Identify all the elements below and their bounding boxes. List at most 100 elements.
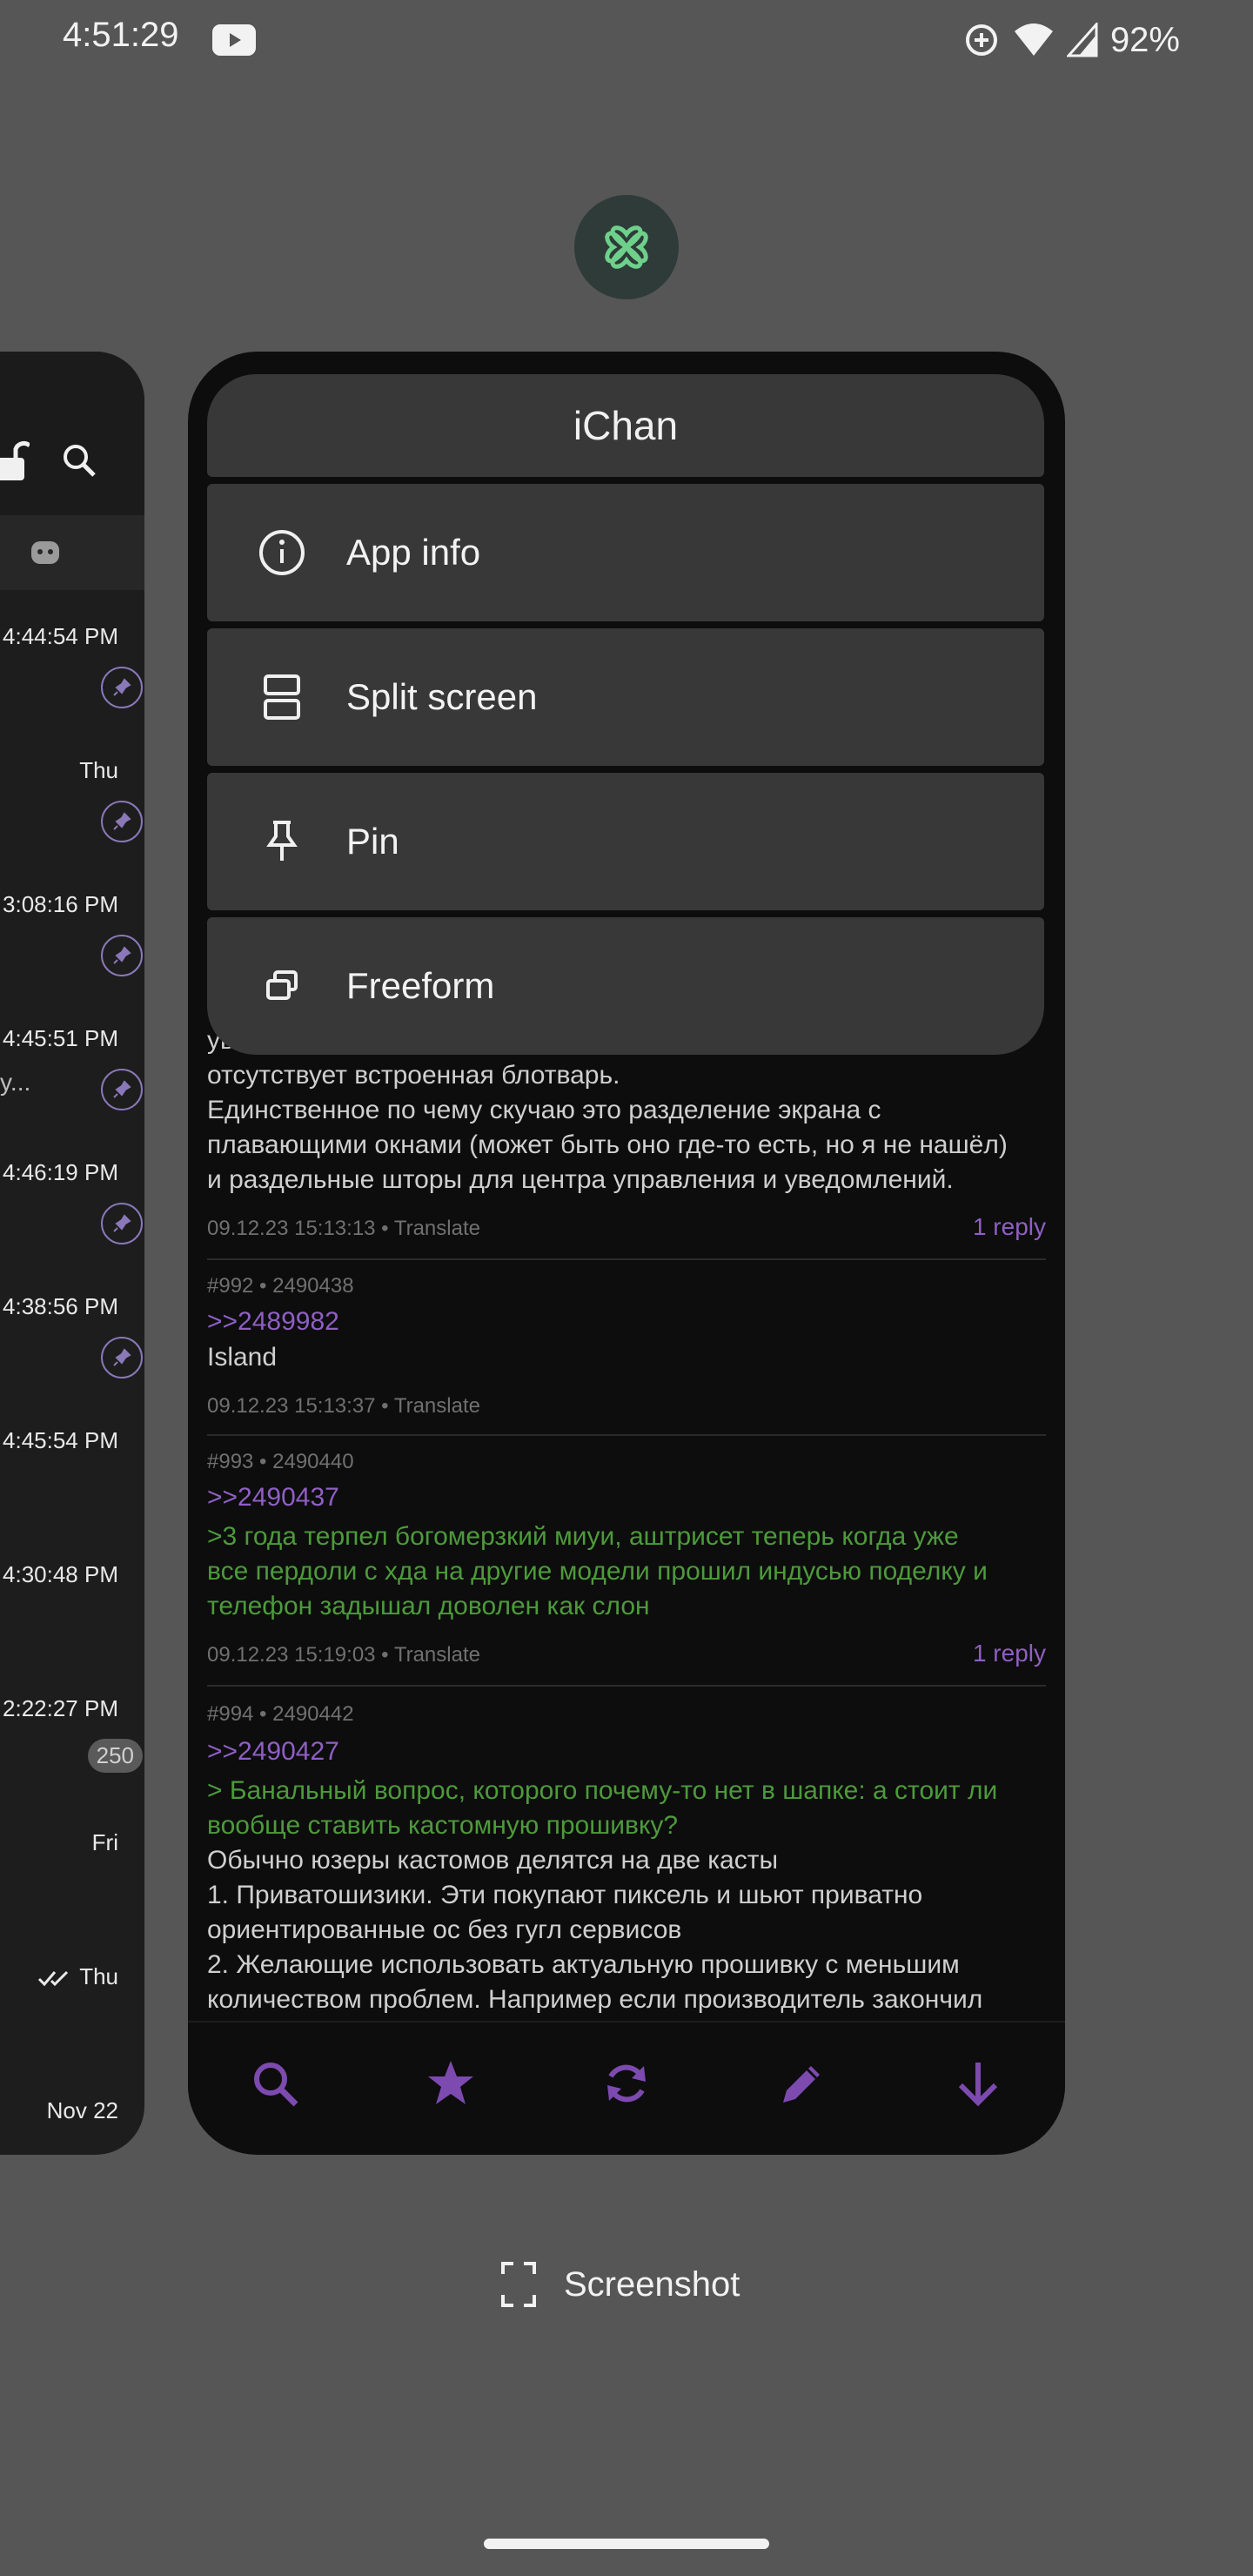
- left-card-header: [0, 352, 144, 517]
- quote-link[interactable]: >>2490427: [207, 1737, 339, 1767]
- recent-app-card-ichan[interactable]: уве отсутствует встроенная блотварь. Еди…: [188, 352, 1065, 2155]
- pin-icon: [101, 1203, 143, 1244]
- post-divider: [207, 1685, 1046, 1687]
- post-text-line: 2. Желающие использовать актуальную прош…: [207, 1950, 960, 1979]
- reply-count-link[interactable]: 1 reply: [973, 1640, 1046, 1667]
- chat-time-label: Thu: [79, 1963, 118, 1989]
- post-header: #992 • 2490438: [207, 1274, 354, 1298]
- chat-row[interactable]: 3:08:16 PM: [0, 891, 118, 918]
- pin-icon: [101, 935, 143, 976]
- clover-icon: [605, 225, 648, 269]
- recent-app-card-left[interactable]: 4:44:54 PM Thu 3:08:16 PM 4:45:51 PM y..…: [0, 352, 144, 2155]
- pin-icon: [254, 814, 310, 869]
- signal-icon: [1066, 23, 1098, 57]
- youtube-icon: [212, 24, 256, 56]
- post-header: #994 • 2490442: [207, 1702, 354, 1726]
- chat-time: 4:45:54 PM: [3, 1427, 118, 1453]
- post-text-line: Единственное по чему скучаю это разделен…: [207, 1096, 881, 1124]
- post-text-line: Island: [207, 1343, 278, 1372]
- menu-item-freeform[interactable]: Freeform: [207, 917, 1044, 1055]
- greentext-line: >3 года терпел богомерзкий миуи, аштрисе…: [207, 1522, 959, 1551]
- chat-time: 4:38:56 PM: [3, 1293, 118, 1319]
- chat-row[interactable]: 4:45:51 PM: [0, 1025, 118, 1052]
- chat-row[interactable]: Nov 22: [0, 2097, 118, 2124]
- left-card-tab-bar: [0, 515, 144, 590]
- greentext-line: > Банальный вопрос, которого почему-то н…: [207, 1776, 998, 1805]
- reply-count-link[interactable]: 1 reply: [973, 1213, 1046, 1241]
- post-text-line: ориентированные ос без гугл сервисов: [207, 1915, 682, 1944]
- chat-row[interactable]: 4:46:19 PM: [0, 1159, 118, 1186]
- post-text-line: количеством проблем. Например если произ…: [207, 1985, 983, 2014]
- chat-row[interactable]: Fri: [0, 1829, 118, 1856]
- chat-time: Thu: [79, 757, 118, 783]
- bot-icon: [31, 541, 59, 564]
- search-icon[interactable]: [61, 442, 97, 479]
- post-text-line: 1. Приватошизики. Эти покупают пиксель и…: [207, 1881, 923, 1909]
- wifi-icon: [1014, 23, 1053, 56]
- chat-preview: y...: [0, 1069, 31, 1096]
- arrow-down-icon[interactable]: [952, 2057, 1004, 2110]
- chat-time: 4:46:19 PM: [3, 1159, 118, 1185]
- refresh-icon[interactable]: [600, 2057, 653, 2110]
- double-check-icon: [38, 1971, 69, 1987]
- menu-item-pin[interactable]: Pin: [207, 773, 1044, 910]
- info-icon: [254, 525, 310, 580]
- post-meta: 09.12.23 15:13:37 • Translate: [207, 1394, 480, 1418]
- chat-time: 4:44:54 PM: [3, 623, 118, 649]
- greentext-line: все пердоли с хда на другие модели проши…: [207, 1557, 988, 1586]
- chat-time: 4:30:48 PM: [3, 1561, 118, 1587]
- quote-link[interactable]: >>2490437: [207, 1483, 339, 1513]
- home-indicator[interactable]: [484, 2539, 769, 2549]
- menu-item-label: App info: [346, 532, 481, 573]
- post-text-line: Обычно юзеры кастомов делятся на две кас…: [207, 1846, 779, 1875]
- post-divider: [207, 1258, 1046, 1260]
- greentext-line: телефон задышал доволен как слон: [207, 1592, 650, 1620]
- chat-row[interactable]: 4:45:54 PM: [0, 1427, 118, 1454]
- chat-row[interactable]: 2:22:27 PM: [0, 1695, 118, 1722]
- pin-icon: [101, 1069, 143, 1110]
- star-icon[interactable]: [425, 2057, 477, 2110]
- chat-row[interactable]: Thu: [0, 757, 118, 784]
- menu-item-label: Freeform: [346, 965, 495, 1006]
- post-text-line: плавающими окнами (может быть оно где-то…: [207, 1130, 1008, 1159]
- pin-icon: [101, 1337, 143, 1379]
- chat-row[interactable]: 4:38:56 PM: [0, 1293, 118, 1320]
- post-header: #993 • 2490440: [207, 1450, 354, 1473]
- chat-time: Thu: [0, 1963, 118, 1990]
- post-meta: 09.12.23 15:13:13 • Translate: [207, 1217, 480, 1240]
- battery-level: 92%: [1109, 20, 1180, 59]
- menu-item-split-screen[interactable]: Split screen: [207, 628, 1044, 766]
- menu-item-label: Pin: [346, 821, 399, 862]
- status-time: 4:51:29: [63, 16, 179, 54]
- screenshot-label: Screenshot: [564, 2264, 740, 2304]
- greentext-line: вообще ставить кастомную прошивку?: [207, 1811, 679, 1840]
- post-meta: 09.12.23 15:19:03 • Translate: [207, 1643, 480, 1667]
- chat-row[interactable]: 4:44:54 PM: [0, 623, 118, 650]
- unlock-icon[interactable]: [0, 439, 30, 482]
- edit-icon[interactable]: [776, 2057, 828, 2110]
- chat-time: 2:22:27 PM: [3, 1695, 118, 1721]
- bottom-nav: [188, 2021, 1065, 2153]
- chat-time: Nov 22: [46, 2097, 118, 2123]
- search-icon[interactable]: [249, 2057, 301, 2110]
- chat-row[interactable]: Thu: [0, 1963, 118, 1990]
- chat-time: 3:08:16 PM: [3, 891, 118, 917]
- freeform-icon: [254, 958, 310, 1014]
- chat-time: Fri: [91, 1829, 118, 1855]
- data-saver-icon: [965, 24, 997, 56]
- pin-icon: [101, 667, 143, 708]
- quote-link[interactable]: >>2489982: [207, 1307, 339, 1337]
- screenshot-button[interactable]: Screenshot: [499, 2254, 740, 2315]
- unread-badge: 250: [87, 1739, 143, 1773]
- chat-row[interactable]: 4:30:48 PM: [0, 1561, 118, 1588]
- status-bar: 4:51:29 92%: [0, 0, 1253, 80]
- menu-item-label: Split screen: [346, 676, 538, 717]
- split-screen-icon: [254, 669, 310, 725]
- screenshot-icon: [501, 2262, 536, 2307]
- pin-icon: [101, 801, 143, 842]
- ichan-app-icon[interactable]: [574, 195, 679, 299]
- chat-time: 4:45:51 PM: [3, 1025, 118, 1051]
- app-card-title: iChan: [207, 374, 1044, 477]
- post-text-line: отсутствует встроенная блотварь.: [207, 1061, 620, 1090]
- menu-item-app-info[interactable]: App info: [207, 484, 1044, 621]
